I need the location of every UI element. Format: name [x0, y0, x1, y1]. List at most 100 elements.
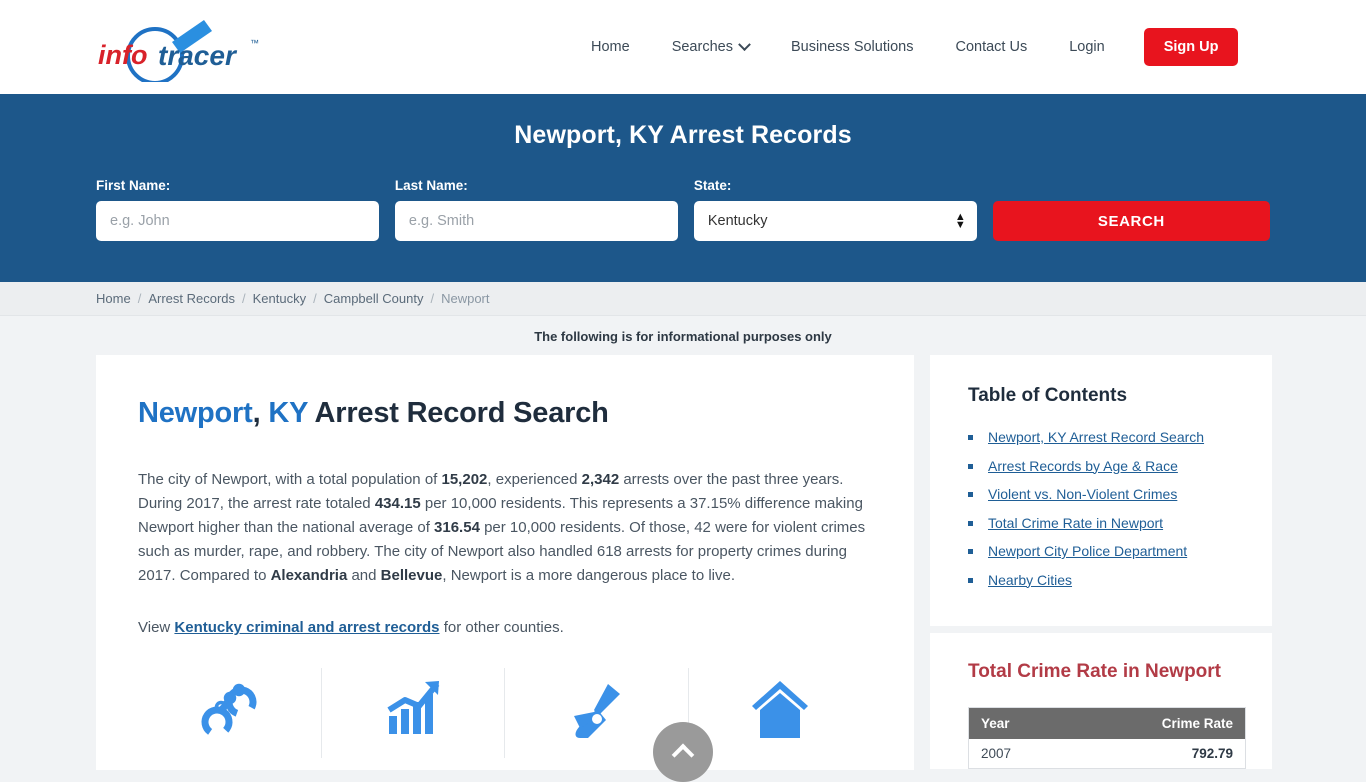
- last-name-field-group: Last Name:: [394, 178, 678, 241]
- growth-chart-icon: [387, 681, 440, 734]
- table-of-contents-title: Table of Contents: [968, 385, 1128, 406]
- column-header-year: Year: [968, 707, 1069, 739]
- stat-arrests: 2,342: [581, 471, 620, 488]
- svg-text:tracer: tracer: [158, 40, 238, 71]
- nav-business-solutions-label: Business Solutions: [790, 39, 914, 55]
- content-area: Newport, KY Arrest Record Search The cit…: [0, 355, 1366, 776]
- compare-city-2: Bellevue: [380, 567, 443, 584]
- site-logo[interactable]: info tracer ™: [96, 12, 266, 82]
- page-title-city: Newport: [138, 397, 253, 429]
- breadcrumb-separator: /: [137, 291, 142, 306]
- breadcrumb: Home / Arrest Records / Kentucky / Campb…: [0, 282, 1366, 316]
- crime-rate-table: Year Crime Rate 2007 792.79: [968, 707, 1246, 769]
- main-content-card: Newport, KY Arrest Record Search The cit…: [96, 355, 914, 770]
- nav-login[interactable]: Login: [1048, 39, 1125, 55]
- list-item: Newport, KY Arrest Record Search: [968, 429, 1246, 447]
- para-text-6: and: [347, 567, 381, 584]
- toc-link-total-crime-rate[interactable]: Total Crime Rate in Newport: [988, 515, 1163, 531]
- informational-notice: The following is for informational purpo…: [534, 329, 832, 344]
- first-name-label: First Name:: [96, 178, 171, 193]
- list-item: Nearby Cities: [968, 572, 1246, 590]
- table-header-row: Year Crime Rate: [968, 707, 1246, 739]
- house-icon: [752, 681, 809, 738]
- stat-population: 15,202: [441, 471, 488, 488]
- last-name-label: Last Name:: [394, 178, 468, 193]
- nav-contact-us-label: Contact Us: [955, 39, 1028, 55]
- stat-arrest-rate: 434.15: [374, 495, 421, 512]
- kentucky-records-link[interactable]: Kentucky criminal and arrest records: [174, 619, 439, 636]
- stat-national-average: 316.54: [434, 519, 480, 536]
- search-form: First Name: Last Name: State: ▲▼ SEARCH: [96, 178, 1270, 241]
- page-title-state: KY: [268, 397, 308, 429]
- state-field-group: State: ▲▼: [693, 178, 977, 241]
- breadcrumb-item-newport: Newport: [441, 291, 490, 306]
- state-label: State:: [693, 178, 732, 193]
- total-crime-rate-title: Total Crime Rate in Newport: [968, 661, 1222, 682]
- page-title: Newport, KY Arrest Record Search: [138, 397, 872, 430]
- sidebar: Table of Contents Newport, KY Arrest Rec…: [930, 355, 1272, 776]
- toc-link-nearby-cities[interactable]: Nearby Cities: [988, 572, 1072, 588]
- table-of-contents-list: Newport, KY Arrest Record Search Arrest …: [968, 429, 1246, 590]
- breadcrumb-item-home[interactable]: Home: [96, 291, 131, 306]
- last-name-input[interactable]: [394, 201, 678, 241]
- state-select[interactable]: [693, 201, 977, 241]
- chevron-up-icon: [671, 743, 695, 767]
- site-header: info tracer ™ Home Searches Business Sol…: [0, 0, 1366, 94]
- nav-searches[interactable]: Searches: [651, 37, 770, 55]
- list-item: Arrest Records by Age & Race: [968, 458, 1246, 476]
- column-header-crime-rate: Crime Rate: [1069, 707, 1246, 739]
- breadcrumb-item-kentucky[interactable]: Kentucky: [253, 291, 306, 306]
- icon-cell-handcuffs: [138, 668, 322, 758]
- nav-business-solutions[interactable]: Business Solutions: [770, 39, 935, 55]
- icon-cell-house: [689, 668, 872, 758]
- breadcrumb-separator: /: [430, 291, 435, 306]
- toc-link-arrest-record-search[interactable]: Newport, KY Arrest Record Search: [988, 429, 1204, 445]
- list-item: Violent vs. Non-Violent Crimes: [968, 486, 1246, 504]
- svg-text:™: ™: [250, 38, 259, 48]
- cell-crime-rate: 792.79: [1191, 746, 1233, 761]
- toc-link-age-race[interactable]: Arrest Records by Age & Race: [988, 458, 1178, 474]
- view-records-line: View Kentucky criminal and arrest record…: [138, 616, 872, 640]
- svg-text:info: info: [98, 40, 147, 70]
- nav-searches-label: Searches: [671, 39, 733, 55]
- search-button[interactable]: SEARCH: [992, 201, 1270, 241]
- hero-title: Newport, KY Arrest Records: [514, 121, 852, 149]
- cell-year: 2007: [981, 746, 1012, 761]
- scroll-to-top-button[interactable]: [653, 722, 713, 782]
- nav-login-label: Login: [1069, 39, 1105, 55]
- breadcrumb-separator: /: [242, 291, 246, 306]
- breadcrumb-item-arrest-records[interactable]: Arrest Records: [148, 291, 235, 306]
- toc-link-violent-nonviolent[interactable]: Violent vs. Non-Violent Crimes: [988, 486, 1177, 502]
- icon-cell-growth-chart: [322, 668, 506, 758]
- gun-icon: [574, 684, 621, 738]
- page-title-rest: Arrest Record Search: [307, 397, 609, 429]
- compare-city-1: Alexandria: [270, 567, 348, 584]
- summary-paragraph: The city of Newport, with a total popula…: [138, 468, 872, 588]
- nav-home-label: Home: [591, 39, 630, 55]
- para-text-2: , experienced: [487, 471, 582, 488]
- list-item: Newport City Police Department: [968, 543, 1246, 561]
- table-of-contents-card: Table of Contents Newport, KY Arrest Rec…: [930, 355, 1272, 626]
- para-text-7: , Newport is a more dangerous place to l…: [442, 567, 736, 584]
- list-item: Total Crime Rate in Newport: [968, 515, 1246, 533]
- handcuffs-icon: [201, 683, 257, 738]
- hero-search-band: Newport, KY Arrest Records First Name: L…: [0, 94, 1366, 282]
- crime-icon-strip: [138, 668, 872, 758]
- first-name-field-group: First Name:: [96, 178, 379, 241]
- total-crime-rate-card: Total Crime Rate in Newport Year Crime R…: [930, 633, 1272, 769]
- magnifier-logo-icon: info tracer ™: [98, 20, 259, 82]
- page-title-comma: ,: [252, 397, 269, 429]
- breadcrumb-separator: /: [313, 291, 317, 306]
- breadcrumb-item-campbell-county[interactable]: Campbell County: [324, 291, 424, 306]
- view-suffix: for other counties.: [439, 619, 564, 636]
- para-text-1: The city of Newport, with a total popula…: [138, 471, 442, 488]
- main-navigation: Home Searches Business Solutions Contact…: [570, 0, 1239, 94]
- view-prefix: View: [138, 619, 175, 636]
- sign-up-button[interactable]: Sign Up: [1143, 28, 1239, 66]
- first-name-input[interactable]: [96, 201, 379, 241]
- nav-contact-us[interactable]: Contact Us: [934, 39, 1048, 55]
- toc-link-police-department[interactable]: Newport City Police Department: [988, 543, 1187, 559]
- nav-home[interactable]: Home: [570, 39, 651, 55]
- table-row: 2007 792.79: [969, 739, 1246, 769]
- chevron-down-icon: [738, 37, 751, 51]
